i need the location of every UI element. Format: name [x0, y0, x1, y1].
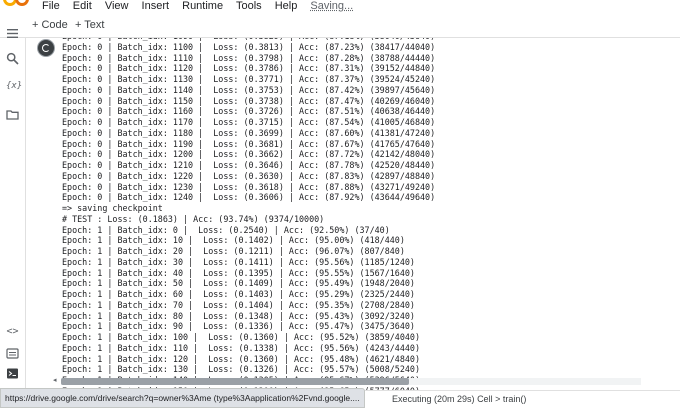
scroll-left-arrow-icon[interactable]: ◂: [53, 376, 57, 384]
output-line: => saving checkpoint: [62, 203, 163, 213]
variables-icon[interactable]: {x}: [6, 80, 22, 93]
output-line: Epoch: 1 | Batch_idx: 130 | Loss: (0.132…: [62, 364, 420, 375]
add-text-button[interactable]: + Text: [75, 18, 104, 32]
command-palette-icon[interactable]: [6, 347, 19, 360]
menu-runtime[interactable]: Runtime: [182, 0, 223, 12]
output-line: Epoch: 1 | Batch_idx: 60 | Loss: (0.1403…: [62, 289, 415, 299]
add-code-button[interactable]: + Code: [32, 18, 68, 32]
output-line: Epoch: 1 | Batch_idx: 120 | Loss: (0.136…: [62, 353, 420, 364]
menu-edit[interactable]: Edit: [73, 0, 92, 12]
link-url-tooltip: https://drive.google.com/drive/search?q=…: [0, 388, 365, 408]
output-line: Epoch: 1 | Batch_idx: 20 | Loss: (0.1211…: [62, 246, 405, 256]
terminal-icon[interactable]: [6, 367, 19, 380]
colab-logo[interactable]: [3, 0, 31, 6]
executing-time: Executing (20m 29s): [392, 394, 475, 404]
output-line: Epoch: 0 | Batch_idx: 1160 | Loss: (0.37…: [62, 106, 436, 117]
output-line: Epoch: 0 | Batch_idx: 1140 | Loss: (0.37…: [62, 84, 436, 95]
output-line: Epoch: 1 | Batch_idx: 50 | Loss: (0.1409…: [62, 278, 415, 289]
output-line: Epoch: 0 | Batch_idx: 1190 | Loss: (0.36…: [62, 138, 436, 149]
menu-insert[interactable]: Insert: [142, 0, 170, 12]
cell-output: Epoch: 0 | Batch_idx: 1090 | Loss: (0.38…: [62, 38, 662, 390]
search-icon[interactable]: [6, 52, 19, 65]
output-line: Epoch: 0 | Batch_idx: 1130 | Loss: (0.37…: [62, 74, 436, 84]
menu-file[interactable]: File: [42, 0, 60, 12]
cell-path: Cell > train(): [477, 394, 527, 404]
output-line: Epoch: 0 | Batch_idx: 1200 | Loss: (0.36…: [62, 149, 436, 160]
execution-status[interactable]: Executing (20m 29s) Cell > train(): [392, 391, 526, 407]
horizontal-scrollbar[interactable]: [61, 378, 641, 385]
output-line: Epoch: 0 | Batch_idx: 1230 | Loss: (0.36…: [62, 181, 436, 192]
output-line: Epoch: 1 | Batch_idx: 90 | Loss: (0.1336…: [62, 321, 415, 332]
output-line: # TEST : Loss: (0.1863) | Acc: (93.74%) …: [62, 213, 325, 224]
code-snippets-icon[interactable]: <>: [6, 325, 19, 338]
table-of-contents-icon[interactable]: [6, 27, 19, 40]
folder-icon[interactable]: [6, 108, 19, 121]
menu-items: File Edit View Insert Runtime Tools Help…: [42, 0, 363, 13]
output-line: Epoch: 0 | Batch_idx: 1120 | Loss: (0.37…: [62, 63, 436, 74]
output-line: Epoch: 0 | Batch_idx: 1170 | Loss: (0.37…: [62, 117, 436, 127]
code-cell[interactable]: Epoch: 0 | Batch_idx: 1090 | Loss: (0.38…: [31, 38, 680, 390]
output-line: Epoch: 1 | Batch_idx: 0 | Loss: (0.2540)…: [62, 224, 390, 235]
menu-help[interactable]: Help: [275, 0, 298, 12]
output-line: Epoch: 0 | Batch_idx: 1240 | Loss: (0.36…: [62, 192, 436, 203]
menu-bar: File Edit View Insert Runtime Tools Help…: [0, 0, 680, 13]
output-line: Epoch: 0 | Batch_idx: 1110 | Loss: (0.37…: [62, 52, 436, 63]
output-line: Epoch: 1 | Batch_idx: 110 | Loss: (0.133…: [62, 342, 420, 353]
output-line: Epoch: 1 | Batch_idx: 100 | Loss: (0.136…: [62, 332, 420, 342]
logo-ring-right: [15, 0, 29, 6]
output-line: Epoch: 1 | Batch_idx: 40 | Loss: (0.1395…: [62, 267, 415, 278]
horizontal-scrollbar-thumb[interactable]: [61, 378, 409, 385]
menu-tools[interactable]: Tools: [236, 0, 262, 12]
output-line: Epoch: 0 | Batch_idx: 1100 | Loss: (0.38…: [62, 41, 436, 52]
menu-view[interactable]: View: [105, 0, 129, 12]
side-rail: {x} <>: [0, 29, 26, 390]
output-line: Epoch: 1 | Batch_idx: 80 | Loss: (0.1348…: [62, 310, 415, 321]
run-cell-spinner-icon[interactable]: [38, 40, 54, 56]
status-bar: https://drive.google.com/drive/search?q=…: [0, 388, 680, 408]
saving-status[interactable]: Saving...: [310, 0, 353, 12]
output-line: Epoch: 0 | Batch_idx: 1220 | Loss: (0.36…: [62, 170, 436, 181]
output-line: Epoch: 0 | Batch_idx: 1180 | Loss: (0.36…: [62, 127, 436, 138]
output-line: Epoch: 1 | Batch_idx: 70 | Loss: (0.1404…: [62, 299, 415, 310]
output-line: Epoch: 0 | Batch_idx: 1150 | Loss: (0.37…: [62, 95, 436, 106]
output-line: Epoch: 1 | Batch_idx: 30 | Loss: (0.1411…: [62, 256, 415, 267]
output-line: Epoch: 1 | Batch_idx: 10 | Loss: (0.1402…: [62, 235, 405, 246]
output-line: Epoch: 0 | Batch_idx: 1210 | Loss: (0.36…: [62, 160, 436, 170]
toolbar: + Code + Text: [0, 13, 680, 38]
